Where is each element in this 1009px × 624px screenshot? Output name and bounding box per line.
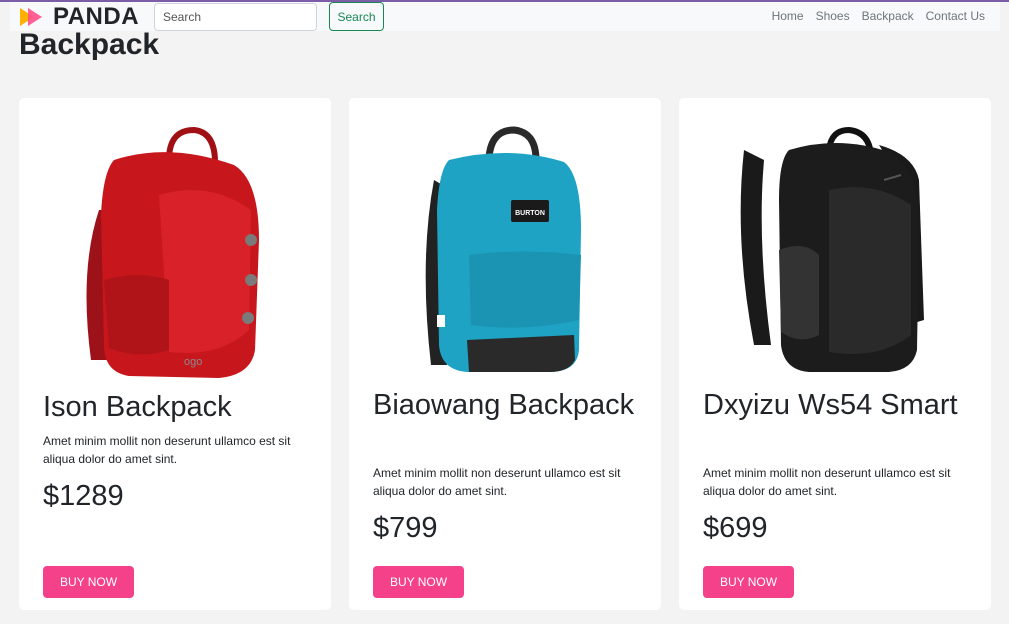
blue-backpack-image: BURTON bbox=[425, 126, 581, 372]
red-backpack-image: ogo bbox=[86, 126, 259, 378]
nav-link-contact-us[interactable]: Contact Us bbox=[926, 9, 985, 23]
navbar: PANDA Search Home Shoes Backpack Contact… bbox=[10, 2, 1000, 31]
product-title: Ison Backpack bbox=[43, 391, 232, 423]
nav-link-home[interactable]: Home bbox=[772, 9, 804, 23]
panda-logo-icon bbox=[20, 7, 42, 26]
brand[interactable]: PANDA bbox=[18, 3, 139, 31]
product-price: $699 bbox=[703, 512, 768, 544]
buy-now-button[interactable]: BUY NOW bbox=[373, 566, 464, 598]
product-price: $1289 bbox=[43, 480, 124, 512]
buy-now-button[interactable]: BUY NOW bbox=[43, 566, 134, 598]
buy-now-button[interactable]: BUY NOW bbox=[703, 566, 794, 598]
nav-link-backpack[interactable]: Backpack bbox=[862, 9, 914, 23]
svg-text:ogo: ogo bbox=[184, 356, 202, 368]
page-title: Backpack bbox=[19, 28, 160, 61]
search-button[interactable]: Search bbox=[329, 2, 384, 31]
search-input[interactable] bbox=[154, 3, 317, 31]
product-title: Dxyizu Ws54 Smart bbox=[703, 389, 958, 421]
product-description: Amet minim mollit non deserunt ullamco e… bbox=[373, 466, 621, 498]
product-description: Amet minim mollit non deserunt ullamco e… bbox=[703, 466, 951, 498]
product-description: Amet minim mollit non deserunt ullamco e… bbox=[43, 434, 291, 466]
nav-links: Home Shoes Backpack Contact Us bbox=[760, 9, 985, 23]
black-backpack-image bbox=[740, 126, 924, 372]
brand-name: PANDA bbox=[53, 2, 140, 30]
product-price: $799 bbox=[373, 512, 438, 544]
product-card: Dxyizu Ws54 Smart Amet minim mollit non … bbox=[679, 98, 991, 610]
product-title: Biaowang Backpack bbox=[373, 389, 635, 421]
product-card: ogo Ison Backpack Amet minim mollit non … bbox=[19, 98, 331, 610]
product-card: BURTON Biaowang Backpack Amet minim moll… bbox=[349, 98, 661, 610]
brand-tag-label: BURTON bbox=[515, 210, 545, 217]
nav-link-shoes[interactable]: Shoes bbox=[816, 9, 850, 23]
